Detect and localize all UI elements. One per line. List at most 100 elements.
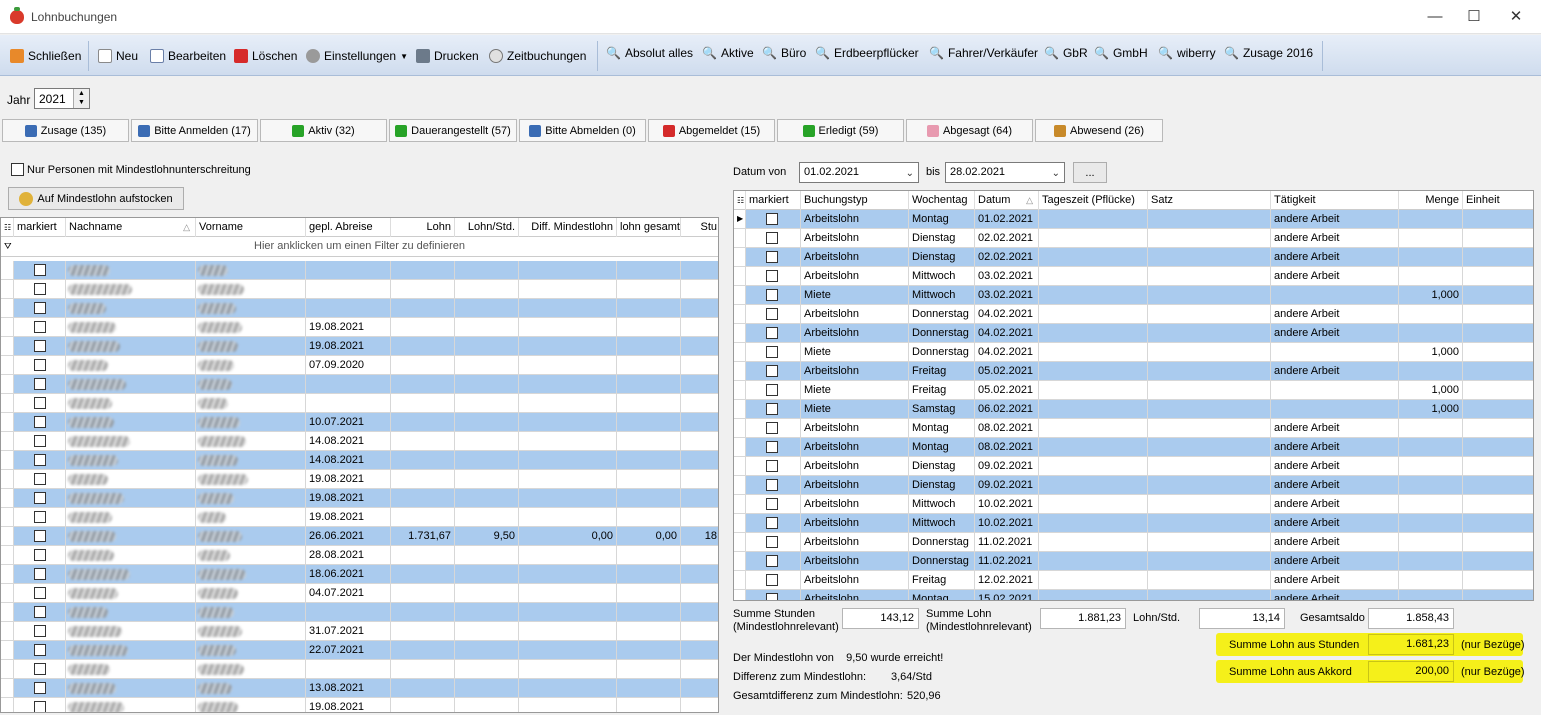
row-checkbox[interactable] xyxy=(34,473,46,485)
col-datum[interactable]: Datum △ xyxy=(975,191,1039,210)
row-checkbox[interactable] xyxy=(766,232,778,244)
close-button[interactable]: Schließen xyxy=(10,47,81,65)
table-row[interactable]: Arbeitslohn Montag 08.02.2021 andere Arbeit xyxy=(734,438,1533,457)
col-lohn-std[interactable]: Lohn/Std. xyxy=(455,218,519,237)
spin-arrows-icon[interactable]: ▲ ▼ xyxy=(73,89,89,108)
row-checkbox[interactable] xyxy=(34,378,46,390)
filter-fahrer[interactable]: 🔍 Fahrer/Verkäufer xyxy=(929,44,1038,62)
close-window-button[interactable]: ✕ xyxy=(1505,6,1527,28)
row-checkbox[interactable] xyxy=(766,403,778,415)
status-tab[interactable]: Aktiv (32) xyxy=(260,119,387,142)
table-row[interactable]: 18.06.2021 xyxy=(1,565,718,584)
date-to-picker[interactable]: 28.02.2021 ⌄ xyxy=(945,162,1065,183)
table-row[interactable]: Arbeitslohn Mittwoch 10.02.2021 andere Arbe… xyxy=(734,514,1533,533)
row-checkbox[interactable] xyxy=(34,340,46,352)
table-row[interactable]: Arbeitslohn Mittwoch 10.02.2021 andere Arbe… xyxy=(734,495,1533,514)
date-from-picker[interactable]: 01.02.2021 ⌄ xyxy=(799,162,919,183)
col-diff-mindestlohn[interactable]: Diff. Mindestlohn xyxy=(519,218,617,237)
row-checkbox[interactable] xyxy=(766,517,778,529)
col-menge[interactable]: Menge xyxy=(1399,191,1463,210)
table-row[interactable]: 19.08.2021 xyxy=(1,698,718,712)
col-einheit[interactable]: Einheit xyxy=(1463,191,1533,210)
row-checkbox[interactable] xyxy=(766,213,778,225)
col-taetigkeit[interactable]: Tätigkeit xyxy=(1271,191,1399,210)
table-row[interactable]: Miete Mittwoch 03.02.2021 1,000 xyxy=(734,286,1533,305)
row-checkbox[interactable] xyxy=(34,283,46,295)
filter-aktive[interactable]: 🔍 Aktive xyxy=(702,44,754,62)
col-wochentag[interactable]: Wochentag xyxy=(909,191,975,210)
table-row[interactable]: 19.08.2021 xyxy=(1,318,718,337)
topup-min-wage-button[interactable]: Auf Mindestlohn aufstocken xyxy=(8,187,184,210)
col-satz[interactable]: Satz xyxy=(1148,191,1271,210)
table-row[interactable]: 28.08.2021 xyxy=(1,546,718,565)
table-row[interactable]: Miete Samstag 06.02.2021 1,000 xyxy=(734,400,1533,419)
col-stunden[interactable]: Stu xyxy=(681,218,718,237)
row-checkbox[interactable] xyxy=(34,511,46,523)
row-checkbox[interactable] xyxy=(766,422,778,434)
status-tab[interactable]: Bitte Abmelden (0) xyxy=(519,119,646,142)
row-checkbox[interactable] xyxy=(34,435,46,447)
filter-row[interactable]: ⛛ Hier anklicken um einen Filter zu defi… xyxy=(1,237,718,257)
filter-buero[interactable]: 🔍 Büro xyxy=(762,44,806,62)
minimize-button[interactable]: — xyxy=(1424,6,1446,28)
table-row[interactable]: Arbeitslohn Dienstag 02.02.2021 andere Arbe… xyxy=(734,229,1533,248)
row-checkbox[interactable] xyxy=(34,397,46,409)
status-tab[interactable]: Bitte Anmelden (17) xyxy=(131,119,258,142)
edit-button[interactable]: Bearbeiten xyxy=(150,47,226,65)
table-row[interactable]: Arbeitslohn Donnerstag 04.02.2021 andere Ar… xyxy=(734,324,1533,343)
col-nachname[interactable]: Nachname △ xyxy=(66,218,196,237)
table-row[interactable] xyxy=(1,603,718,622)
delete-button[interactable]: Löschen xyxy=(234,47,297,65)
col-buchungstyp[interactable]: Buchungstyp xyxy=(801,191,909,210)
filter-wiberry[interactable]: 🔍 wiberry xyxy=(1158,44,1216,62)
row-checkbox[interactable] xyxy=(34,530,46,542)
table-row[interactable]: 22.07.2021 xyxy=(1,641,718,660)
status-tab[interactable]: Erledigt (59) xyxy=(777,119,904,142)
table-row[interactable]: 19.08.2021 xyxy=(1,508,718,527)
filter-gbr[interactable]: 🔍 GbR xyxy=(1044,44,1088,62)
status-tab[interactable]: Dauerangestellt (57) xyxy=(389,119,517,142)
table-row[interactable]: 07.09.2020 xyxy=(1,356,718,375)
row-checkbox[interactable] xyxy=(766,251,778,263)
row-checkbox[interactable] xyxy=(766,441,778,453)
row-checkbox[interactable] xyxy=(34,587,46,599)
row-checkbox[interactable] xyxy=(34,568,46,580)
col-lohn-gesamt[interactable]: lohn gesamt xyxy=(617,218,681,237)
status-tab[interactable]: Abgesagt (64) xyxy=(906,119,1033,142)
row-checkbox[interactable] xyxy=(34,549,46,561)
row-checkbox[interactable] xyxy=(766,384,778,396)
table-row[interactable]: 13.08.2021 xyxy=(1,679,718,698)
table-row[interactable]: Arbeitslohn Montag 08.02.2021 andere Arbeit xyxy=(734,419,1533,438)
row-checkbox[interactable] xyxy=(766,270,778,282)
year-stepper[interactable]: 2021 ▲ ▼ xyxy=(34,88,90,109)
table-row[interactable]: 10.07.2021 xyxy=(1,413,718,432)
col-tageszeit[interactable]: Tageszeit (Pflücke) xyxy=(1039,191,1148,210)
table-row[interactable]: Arbeitslohn Donnerstag 11.02.2021 andere Ar… xyxy=(734,533,1533,552)
row-checkbox[interactable] xyxy=(766,479,778,491)
time-bookings-button[interactable]: Zeitbuchungen xyxy=(489,47,586,65)
col-markiert[interactable]: markiert xyxy=(14,218,66,237)
table-row[interactable]: 19.08.2021 xyxy=(1,489,718,508)
table-row[interactable]: ▶ Arbeitslohn Montag 01.02.2021 andere Arbei… xyxy=(734,210,1533,229)
row-checkbox[interactable] xyxy=(34,682,46,694)
row-checkbox[interactable] xyxy=(766,308,778,320)
row-checkbox[interactable] xyxy=(766,460,778,472)
table-row[interactable] xyxy=(1,261,718,280)
table-row[interactable]: 19.08.2021 xyxy=(1,470,718,489)
column-chooser-icon[interactable]: ☷ xyxy=(734,191,746,210)
row-checkbox[interactable] xyxy=(766,346,778,358)
filter-zusage-2016[interactable]: 🔍 Zusage 2016 xyxy=(1224,44,1313,62)
table-row[interactable]: 19.08.2021 xyxy=(1,337,718,356)
status-tab[interactable]: Zusage (135) xyxy=(2,119,129,142)
row-checkbox[interactable] xyxy=(34,264,46,276)
table-row[interactable] xyxy=(1,375,718,394)
row-checkbox[interactable] xyxy=(34,321,46,333)
row-checkbox[interactable] xyxy=(34,644,46,656)
min-wage-filter-checkbox[interactable]: Nur Personen mit Mindestlohnunterschreit… xyxy=(11,163,251,176)
row-checkbox[interactable] xyxy=(34,416,46,428)
filter-erdbeerpfluecker[interactable]: 🔍 Erdbeerpflücker xyxy=(815,44,919,62)
row-checkbox[interactable] xyxy=(34,663,46,675)
row-checkbox[interactable] xyxy=(766,365,778,377)
table-row[interactable] xyxy=(1,394,718,413)
row-checkbox[interactable] xyxy=(766,593,778,600)
